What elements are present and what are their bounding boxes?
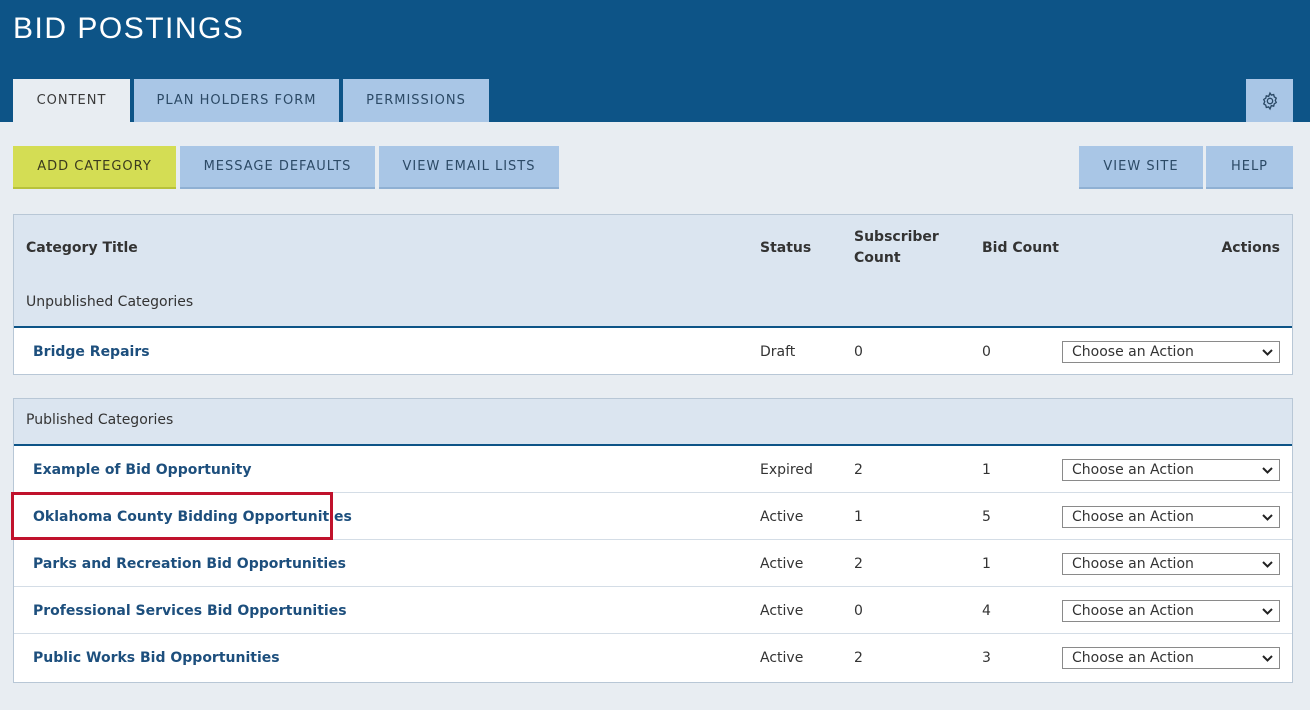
tab-plan-holders-form[interactable]: PLAN HOLDERS FORM [134, 79, 339, 122]
view-site-button[interactable]: VIEW SITE [1079, 146, 1203, 189]
action-select[interactable]: Choose an Action [1062, 600, 1280, 622]
column-header-bid-count: Bid Count [982, 240, 1059, 256]
category-title-link[interactable]: Parks and Recreation Bid Opportunities [33, 540, 346, 587]
message-defaults-button[interactable]: MESSAGE DEFAULTS [180, 146, 375, 189]
chevron-down-icon [1262, 514, 1273, 521]
tab-content[interactable]: CONTENT [13, 79, 130, 122]
action-select-value: Choose an Action [1072, 462, 1194, 478]
button-label: VIEW SITE [1103, 159, 1179, 174]
unpublished-categories-panel: Category Title Status Subscriber Count B… [13, 214, 1293, 375]
section-label-unpublished: Unpublished Categories [26, 294, 194, 310]
action-select-value: Choose an Action [1072, 556, 1194, 572]
status-cell: Active [760, 508, 804, 525]
subscriber-count-cell: 0 [854, 343, 863, 360]
table-header: Category Title Status Subscriber Count B… [14, 215, 1292, 328]
subscriber-count-cell: 0 [854, 602, 863, 619]
section-label-published: Published Categories [26, 412, 174, 428]
column-header-line: Count [854, 250, 901, 266]
bid-count-cell: 1 [982, 461, 991, 478]
action-select[interactable]: Choose an Action [1062, 647, 1280, 669]
subscriber-count-cell: 1 [854, 508, 863, 525]
status-cell: Expired [760, 461, 813, 478]
tab-label: PLAN HOLDERS FORM [156, 93, 317, 108]
action-select-value: Choose an Action [1072, 344, 1194, 360]
status-cell: Active [760, 649, 804, 666]
column-header-line: Subscriber [854, 229, 939, 245]
tab-label: CONTENT [36, 93, 107, 108]
add-category-button[interactable]: ADD CATEGORY [13, 146, 176, 189]
bid-count-cell: 1 [982, 555, 991, 572]
category-title-link[interactable]: Example of Bid Opportunity [33, 446, 251, 493]
column-header-subscriber-count: Subscriber Count [854, 227, 939, 269]
action-select-value: Choose an Action [1072, 650, 1194, 666]
button-label: HELP [1230, 159, 1269, 174]
status-cell: Draft [760, 343, 796, 360]
column-header-actions: Actions [1221, 240, 1280, 256]
subscriber-count-cell: 2 [854, 649, 863, 666]
category-title-link[interactable]: Public Works Bid Opportunities [33, 634, 280, 681]
highlight-box [11, 492, 333, 540]
action-select[interactable]: Choose an Action [1062, 506, 1280, 528]
section-header: Published Categories [14, 399, 1292, 446]
button-label: MESSAGE DEFAULTS [203, 159, 352, 174]
category-title-link[interactable]: Professional Services Bid Opportunities [33, 587, 347, 634]
published-categories-panel: Published Categories Example of Bid Oppo… [13, 398, 1293, 683]
subscriber-count-cell: 2 [854, 461, 863, 478]
column-header-status: Status [760, 240, 812, 256]
gear-icon [1262, 91, 1277, 110]
subscriber-count-cell: 2 [854, 555, 863, 572]
chevron-down-icon [1262, 608, 1273, 615]
header-bar: BID POSTINGS CONTENT PLAN HOLDERS FORM P… [0, 0, 1310, 122]
bid-count-cell: 3 [982, 649, 991, 666]
settings-button[interactable] [1246, 79, 1293, 122]
button-label: VIEW EMAIL LISTS [402, 159, 536, 174]
action-select[interactable]: Choose an Action [1062, 553, 1280, 575]
tab-label: PERMISSIONS [366, 93, 466, 108]
tab-permissions[interactable]: PERMISSIONS [343, 79, 489, 122]
help-button[interactable]: HELP [1206, 146, 1293, 189]
status-cell: Active [760, 602, 804, 619]
action-select[interactable]: Choose an Action [1062, 341, 1280, 363]
chevron-down-icon [1262, 349, 1273, 356]
chevron-down-icon [1262, 655, 1273, 662]
page-title: BID POSTINGS [13, 12, 245, 45]
chevron-down-icon [1262, 561, 1273, 568]
action-select-value: Choose an Action [1072, 509, 1194, 525]
bid-count-cell: 5 [982, 508, 991, 525]
action-select-value: Choose an Action [1072, 603, 1194, 619]
bid-count-cell: 0 [982, 343, 991, 360]
table-row: Public Works Bid Opportunities Active 2 … [14, 634, 1292, 681]
table-row: Bridge Repairs Draft 0 0 Choose an Actio… [14, 328, 1292, 375]
category-title-link[interactable]: Bridge Repairs [33, 328, 150, 375]
bid-count-cell: 4 [982, 602, 991, 619]
view-email-lists-button[interactable]: VIEW EMAIL LISTS [379, 146, 559, 189]
table-row: Parks and Recreation Bid Opportunities A… [14, 540, 1292, 587]
chevron-down-icon [1262, 467, 1273, 474]
status-cell: Active [760, 555, 804, 572]
table-row: Professional Services Bid Opportunities … [14, 587, 1292, 634]
button-label: ADD CATEGORY [37, 159, 152, 174]
table-row: Example of Bid Opportunity Expired 2 1 C… [14, 446, 1292, 493]
action-select[interactable]: Choose an Action [1062, 459, 1280, 481]
column-header-title: Category Title [26, 240, 138, 256]
